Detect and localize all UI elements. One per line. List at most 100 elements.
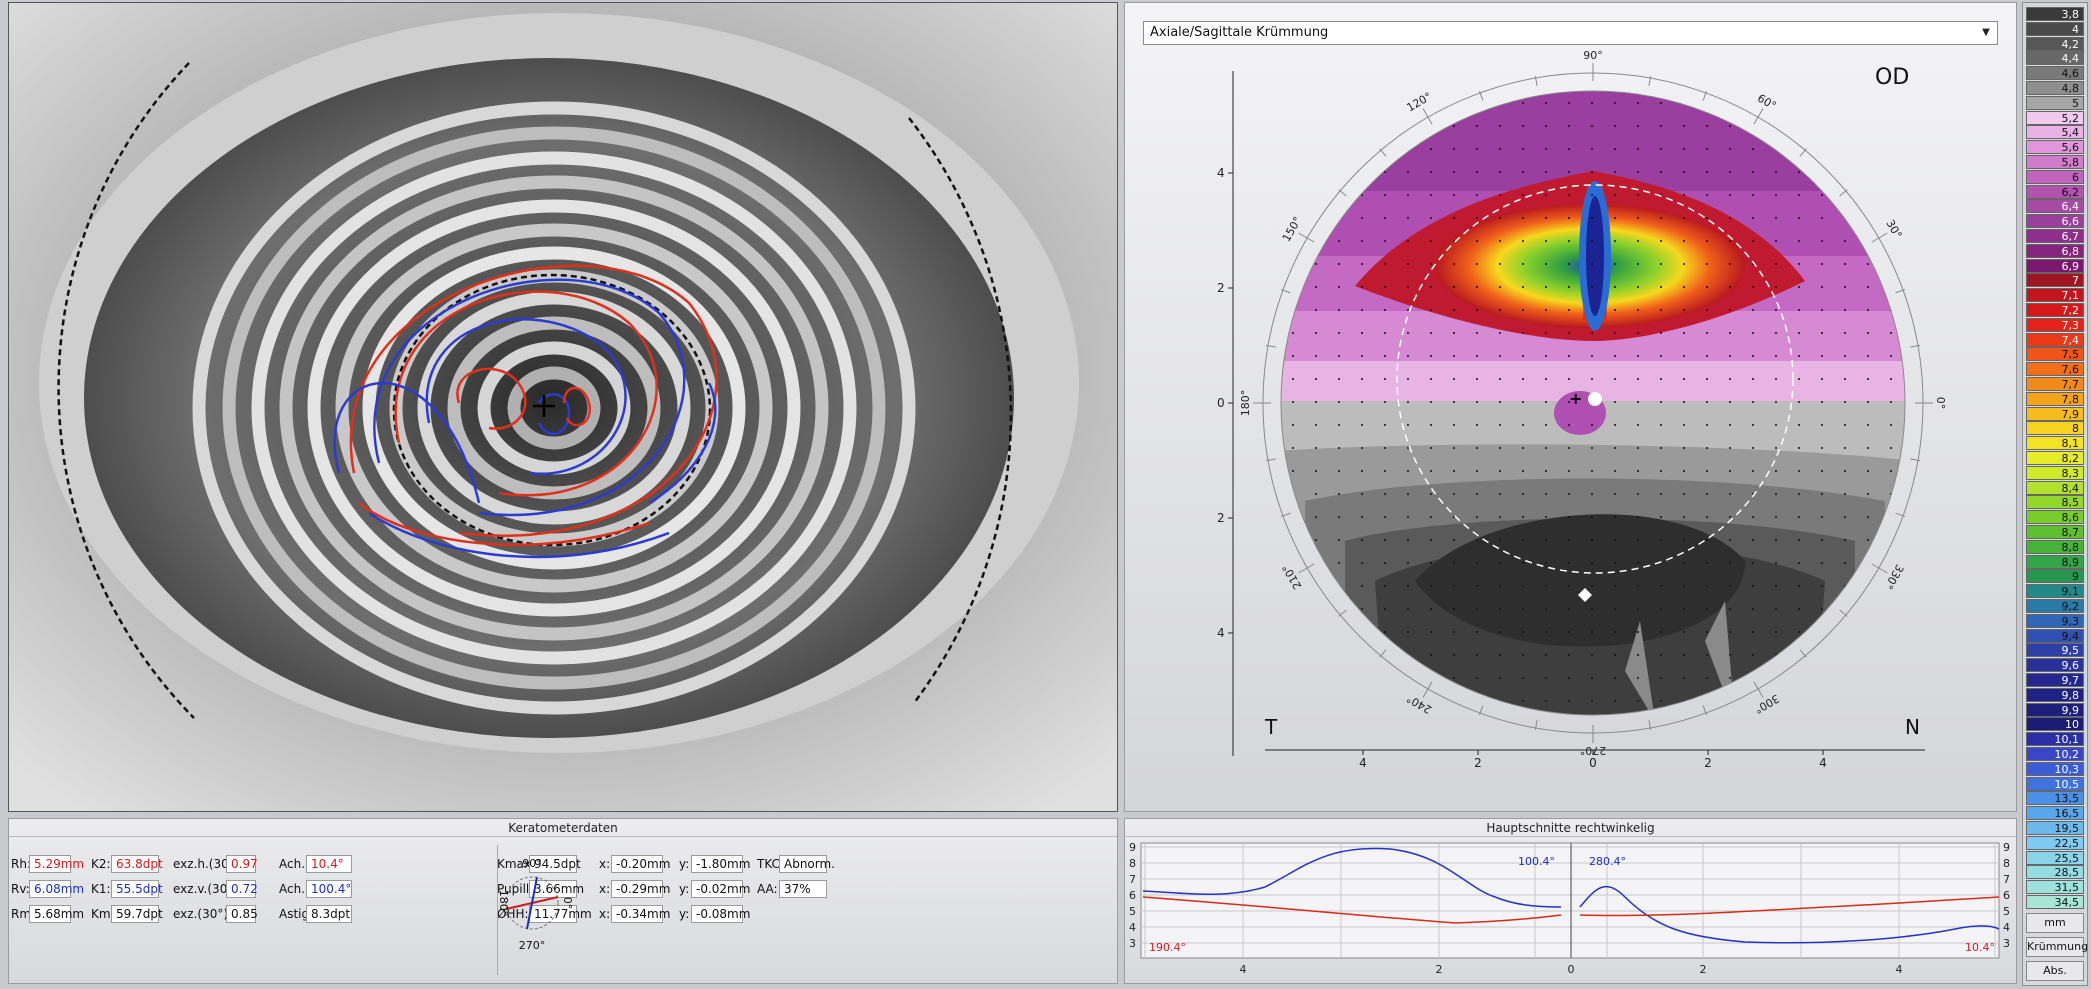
- grid-dot: [1591, 470, 1593, 472]
- scale-entry: 7,1: [2026, 288, 2084, 303]
- grid-dot: [1407, 194, 1409, 196]
- y-tick-label: 7: [1129, 873, 1136, 886]
- grid-dot: [1637, 424, 1639, 426]
- kerato-value[interactable]: 100.4°: [306, 880, 352, 898]
- grid-dot: [1867, 332, 1869, 334]
- grid-dot: [1890, 171, 1892, 173]
- grid-dot: [1568, 263, 1570, 265]
- mode-button[interactable]: Krümmung: [2026, 937, 2088, 957]
- grid-dot: [1637, 194, 1639, 196]
- grid-dot: [1545, 355, 1547, 357]
- protractor-tick: [1753, 108, 1764, 125]
- grid-dot: [1545, 148, 1547, 150]
- x-tick-label: 2: [1704, 756, 1712, 770]
- grid-dot: [1637, 217, 1639, 219]
- grid-dot: [1660, 125, 1662, 127]
- scale-entry: 8,3: [2026, 465, 2084, 480]
- grid-dot: [1729, 654, 1731, 656]
- kerato-value[interactable]: Abnorm.: [779, 855, 835, 873]
- grid-dot: [1591, 631, 1593, 633]
- y-tick-label: 3: [2003, 937, 2010, 950]
- grid-dot: [1660, 102, 1662, 104]
- grid-dot: [1683, 516, 1685, 518]
- kerato-value[interactable]: -0.02mm: [691, 880, 750, 898]
- kerato-value[interactable]: -0.29mm: [611, 880, 670, 898]
- abs-button[interactable]: Abs.: [2026, 961, 2084, 981]
- protractor-tick: [1839, 609, 1848, 617]
- grid-dot: [1315, 355, 1317, 357]
- grid-dot: [1614, 263, 1616, 265]
- grid-dot: [1568, 470, 1570, 472]
- grid-dot: [1660, 286, 1662, 288]
- kerato-value[interactable]: 0.72: [226, 880, 258, 898]
- grid-dot: [1384, 194, 1386, 196]
- grid-dot: [1729, 263, 1731, 265]
- grid-dot: [1614, 171, 1616, 173]
- kerato-value[interactable]: 59.7dpt: [111, 905, 163, 923]
- meridian-profile-chart[interactable]: 100.4° 280.4° 190.4° 10.4° 9 9 8 8 7 7 6 6 5 5 4 4 3…: [1125, 837, 2018, 983]
- grid-dot: [1683, 194, 1685, 196]
- kerato-value[interactable]: 6.08mm: [29, 880, 84, 898]
- grid-dot: [1591, 355, 1593, 357]
- scale-entry: 22,5: [2026, 835, 2084, 850]
- grid-dot: [1798, 447, 1800, 449]
- grid-dot: [1568, 654, 1570, 656]
- curvature-map[interactable]: + 90°60°30°0°330°300°270°240°210°180°150…: [1125, 21, 2018, 811]
- kerato-value[interactable]: 0.97: [226, 855, 258, 873]
- scale-entry: 10: [2026, 717, 2084, 732]
- grid-dot: [1292, 608, 1294, 610]
- grid-dot: [1821, 493, 1823, 495]
- grid-dot: [1614, 355, 1616, 357]
- grid-dot: [1706, 125, 1708, 127]
- scale-entry: 9,7: [2026, 673, 2084, 687]
- scale-entry: 31,5: [2026, 880, 2084, 895]
- grid-dot: [1338, 263, 1340, 265]
- kerato-value[interactable]: 5.68mm: [29, 905, 84, 923]
- grid-dot: [1499, 493, 1501, 495]
- grid-dot: [1476, 539, 1478, 541]
- grid-dot: [1798, 332, 1800, 334]
- grid-dot: [1890, 470, 1892, 472]
- grid-dot: [1476, 401, 1478, 403]
- grid-dot: [1775, 562, 1777, 564]
- grid-dot: [1867, 424, 1869, 426]
- grid-dot: [1568, 355, 1570, 357]
- grid-dot: [1522, 378, 1524, 380]
- grid-dot: [1821, 539, 1823, 541]
- grid-dot: [1890, 240, 1892, 242]
- kerato-value[interactable]: -0.08mm: [691, 905, 750, 923]
- grid-dot: [1315, 470, 1317, 472]
- kerato-value[interactable]: 37%: [779, 880, 827, 898]
- kerato-value[interactable]: -0.34mm: [611, 905, 670, 923]
- grid-dot: [1683, 217, 1685, 219]
- kerato-value[interactable]: 63.8dpt: [111, 855, 163, 873]
- grid-dot: [1890, 286, 1892, 288]
- grid-dot: [1867, 355, 1869, 357]
- grid-dot: [1706, 562, 1708, 564]
- y-tick-label: 3: [1129, 937, 1136, 950]
- kerato-value[interactable]: -0.20mm: [611, 855, 670, 873]
- grid-dot: [1315, 286, 1317, 288]
- grid-dot: [1844, 516, 1846, 518]
- kerato-value[interactable]: 5.29mm: [29, 855, 84, 873]
- grid-dot: [1568, 125, 1570, 127]
- grid-dot: [1867, 194, 1869, 196]
- grid-dot: [1292, 194, 1294, 196]
- grid-dot: [1821, 263, 1823, 265]
- unit-button[interactable]: mm: [2026, 913, 2084, 933]
- kerato-value[interactable]: 0.85: [226, 905, 258, 923]
- kerato-value[interactable]: -1.80mm: [691, 855, 750, 873]
- scale-entry: 8,2: [2026, 451, 2084, 465]
- grid-dot: [1844, 286, 1846, 288]
- kerato-value[interactable]: 10.4°: [306, 855, 352, 873]
- grid-dot: [1499, 677, 1501, 679]
- x-tick-label: 0: [1589, 756, 1597, 770]
- grid-dot: [1338, 539, 1340, 541]
- grid-dot: [1683, 332, 1685, 334]
- grid-dot: [1591, 516, 1593, 518]
- grid-dot: [1361, 493, 1363, 495]
- kerato-value[interactable]: 8.3dpt: [306, 905, 352, 923]
- kerato-value[interactable]: 55.5dpt: [111, 880, 163, 898]
- scale-entry: 5: [2026, 95, 2084, 110]
- grid-dot: [1453, 654, 1455, 656]
